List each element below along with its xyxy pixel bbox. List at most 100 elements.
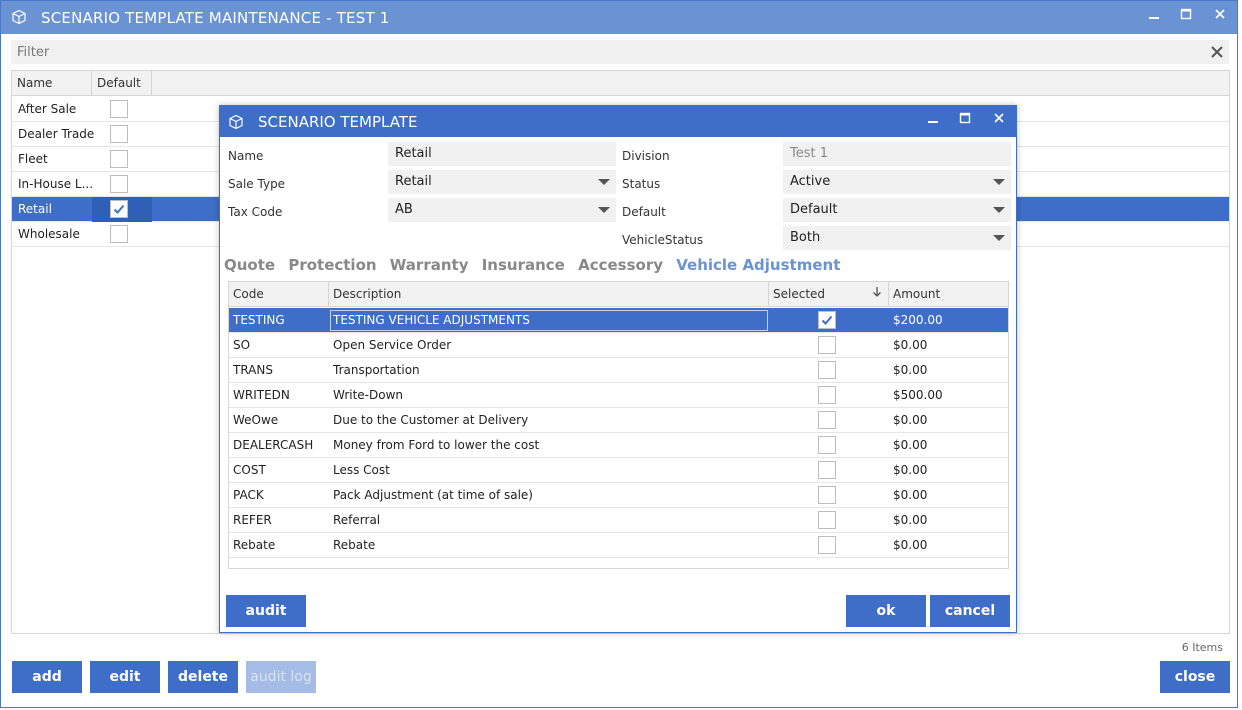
tab-accessory[interactable]: Accessory <box>578 256 663 274</box>
selected-checkbox[interactable] <box>818 436 836 454</box>
row-name: Fleet <box>18 152 48 166</box>
item-count: 6 Items <box>1181 641 1223 654</box>
clear-filter-icon[interactable] <box>1207 40 1227 64</box>
selected-checkbox[interactable] <box>818 536 836 554</box>
cube-icon <box>228 114 244 133</box>
add-button[interactable]: add <box>12 661 82 693</box>
default-checkbox[interactable] <box>110 225 128 243</box>
minimize-button[interactable] <box>1143 7 1165 27</box>
ok-button[interactable]: ok <box>846 595 926 627</box>
cube-icon <box>11 9 27 25</box>
tax-code-select[interactable]: AB <box>388 198 616 222</box>
column-header-name[interactable]: Name <box>12 71 92 96</box>
selected-checkbox[interactable] <box>818 411 836 429</box>
code-cell: COST <box>233 463 266 477</box>
vehicle-status-select[interactable]: Both <box>783 226 1011 250</box>
table-row[interactable]: SO Open Service Order $0.00 <box>229 333 1008 358</box>
selected-checkbox[interactable] <box>818 511 836 529</box>
tab-vehicle-adjustment[interactable]: Vehicle Adjustment <box>676 256 840 274</box>
vehicle-status-label: VehicleStatus <box>622 233 704 247</box>
default-select[interactable]: Default <box>783 198 1011 222</box>
window-close-button[interactable] <box>1209 7 1231 27</box>
tab-quote[interactable]: Quote <box>224 256 275 274</box>
default-checkbox[interactable] <box>110 200 128 218</box>
tab-warranty[interactable]: Warranty <box>390 256 469 274</box>
table-row[interactable]: WeOwe Due to the Customer at Delivery $0.0… <box>229 408 1008 433</box>
column-header-selected[interactable]: Selected <box>769 282 889 307</box>
dialog-close-button[interactable] <box>988 111 1010 131</box>
default-value: Default <box>790 202 838 217</box>
window-titlebar: SCENARIO TEMPLATE MAINTENANCE - TEST 1 <box>1 1 1237 34</box>
column-header-code[interactable]: Code <box>229 282 329 307</box>
audit-log-button[interactable]: audit log <box>246 661 316 693</box>
vehicle-adjustment-header: Code Description Selected Amount <box>229 282 1008 307</box>
table-row[interactable]: TESTING TESTING VEHICLE ADJUSTMENTS $200.0… <box>229 308 1008 333</box>
description-cell: Rebate <box>333 538 376 552</box>
filter-input[interactable] <box>11 40 1191 64</box>
column-header-description[interactable]: Description <box>329 282 769 307</box>
default-label: Default <box>622 205 666 219</box>
audit-button[interactable]: audit <box>226 595 306 627</box>
table-row[interactable]: REFER Referral $0.00 <box>229 508 1008 533</box>
delete-button[interactable]: delete <box>168 661 238 693</box>
table-row[interactable]: PACK Pack Adjustment (at time of sale) $0.… <box>229 483 1008 508</box>
selected-checkbox[interactable] <box>818 486 836 504</box>
status-label: Status <box>622 177 661 191</box>
default-checkbox[interactable] <box>110 125 128 143</box>
close-button[interactable]: close <box>1160 661 1230 693</box>
dialog-tabs: Quote Protection Warranty Insurance Acce… <box>224 256 848 274</box>
code-cell: TESTING <box>233 313 285 327</box>
selected-checkbox[interactable] <box>818 386 836 404</box>
cancel-button[interactable]: cancel <box>930 595 1010 627</box>
row-name: After Sale <box>18 102 77 116</box>
table-row[interactable]: COST Less Cost $0.00 <box>229 458 1008 483</box>
column-header-amount[interactable]: Amount <box>889 282 1009 307</box>
chevron-down-icon <box>993 207 1005 213</box>
table-row[interactable]: DEALERCASH Money from Ford to lower the c… <box>229 433 1008 458</box>
table-row[interactable]: TRANS Transportation $0.00 <box>229 358 1008 383</box>
description-cell: Money from Ford to lower the cost <box>333 438 540 452</box>
dialog-maximize-button[interactable] <box>954 111 976 131</box>
table-row[interactable]: WRITEDN Write-Down $500.00 <box>229 383 1008 408</box>
description-cell: Open Service Order <box>333 338 452 352</box>
table-row[interactable]: Rebate Rebate $0.00 <box>229 533 1008 558</box>
dialog-minimize-button[interactable] <box>922 111 944 131</box>
sale-type-select[interactable]: Retail <box>388 170 616 194</box>
default-checkbox[interactable] <box>110 100 128 118</box>
chevron-down-icon <box>598 179 610 185</box>
tab-insurance[interactable]: Insurance <box>482 256 565 274</box>
amount-cell: $0.00 <box>893 338 928 352</box>
default-checkbox[interactable] <box>110 175 128 193</box>
code-cell: TRANS <box>233 363 273 377</box>
tax-code-value: AB <box>395 202 413 217</box>
chevron-down-icon <box>598 207 610 213</box>
selected-checkbox[interactable] <box>818 311 836 329</box>
amount-cell: $0.00 <box>893 438 928 452</box>
division-field: Test 1 <box>783 142 1011 166</box>
row-name: Retail <box>18 202 52 216</box>
selected-checkbox[interactable] <box>818 461 836 479</box>
selected-checkbox[interactable] <box>818 336 836 354</box>
amount-cell: $0.00 <box>893 538 928 552</box>
description-cell: Pack Adjustment (at time of sale) <box>333 488 533 502</box>
selected-checkbox[interactable] <box>818 361 836 379</box>
tab-protection[interactable]: Protection <box>288 256 376 274</box>
maximize-button[interactable] <box>1175 7 1197 27</box>
column-header-default[interactable]: Default <box>92 71 152 96</box>
status-select[interactable]: Active <box>783 170 1011 194</box>
sale-type-value: Retail <box>395 174 432 189</box>
name-field[interactable]: Retail <box>388 142 616 166</box>
code-cell: DEALERCASH <box>233 438 314 452</box>
vehicle-adjustment-grid: Code Description Selected Amount TESTING… <box>228 281 1009 569</box>
dialog-title: SCENARIO TEMPLATE <box>258 113 418 131</box>
window-title: SCENARIO TEMPLATE MAINTENANCE - TEST 1 <box>41 9 390 27</box>
amount-cell: $0.00 <box>893 513 928 527</box>
default-checkbox[interactable] <box>110 150 128 168</box>
division-label: Division <box>622 149 670 163</box>
edit-button[interactable]: edit <box>90 661 160 693</box>
chevron-down-icon <box>993 235 1005 241</box>
main-window: SCENARIO TEMPLATE MAINTENANCE - TEST 1 N… <box>0 0 1238 708</box>
row-name: In-House L... <box>18 177 94 191</box>
grid-header: Name Default <box>12 71 1229 96</box>
description-cell: Referral <box>333 513 381 527</box>
